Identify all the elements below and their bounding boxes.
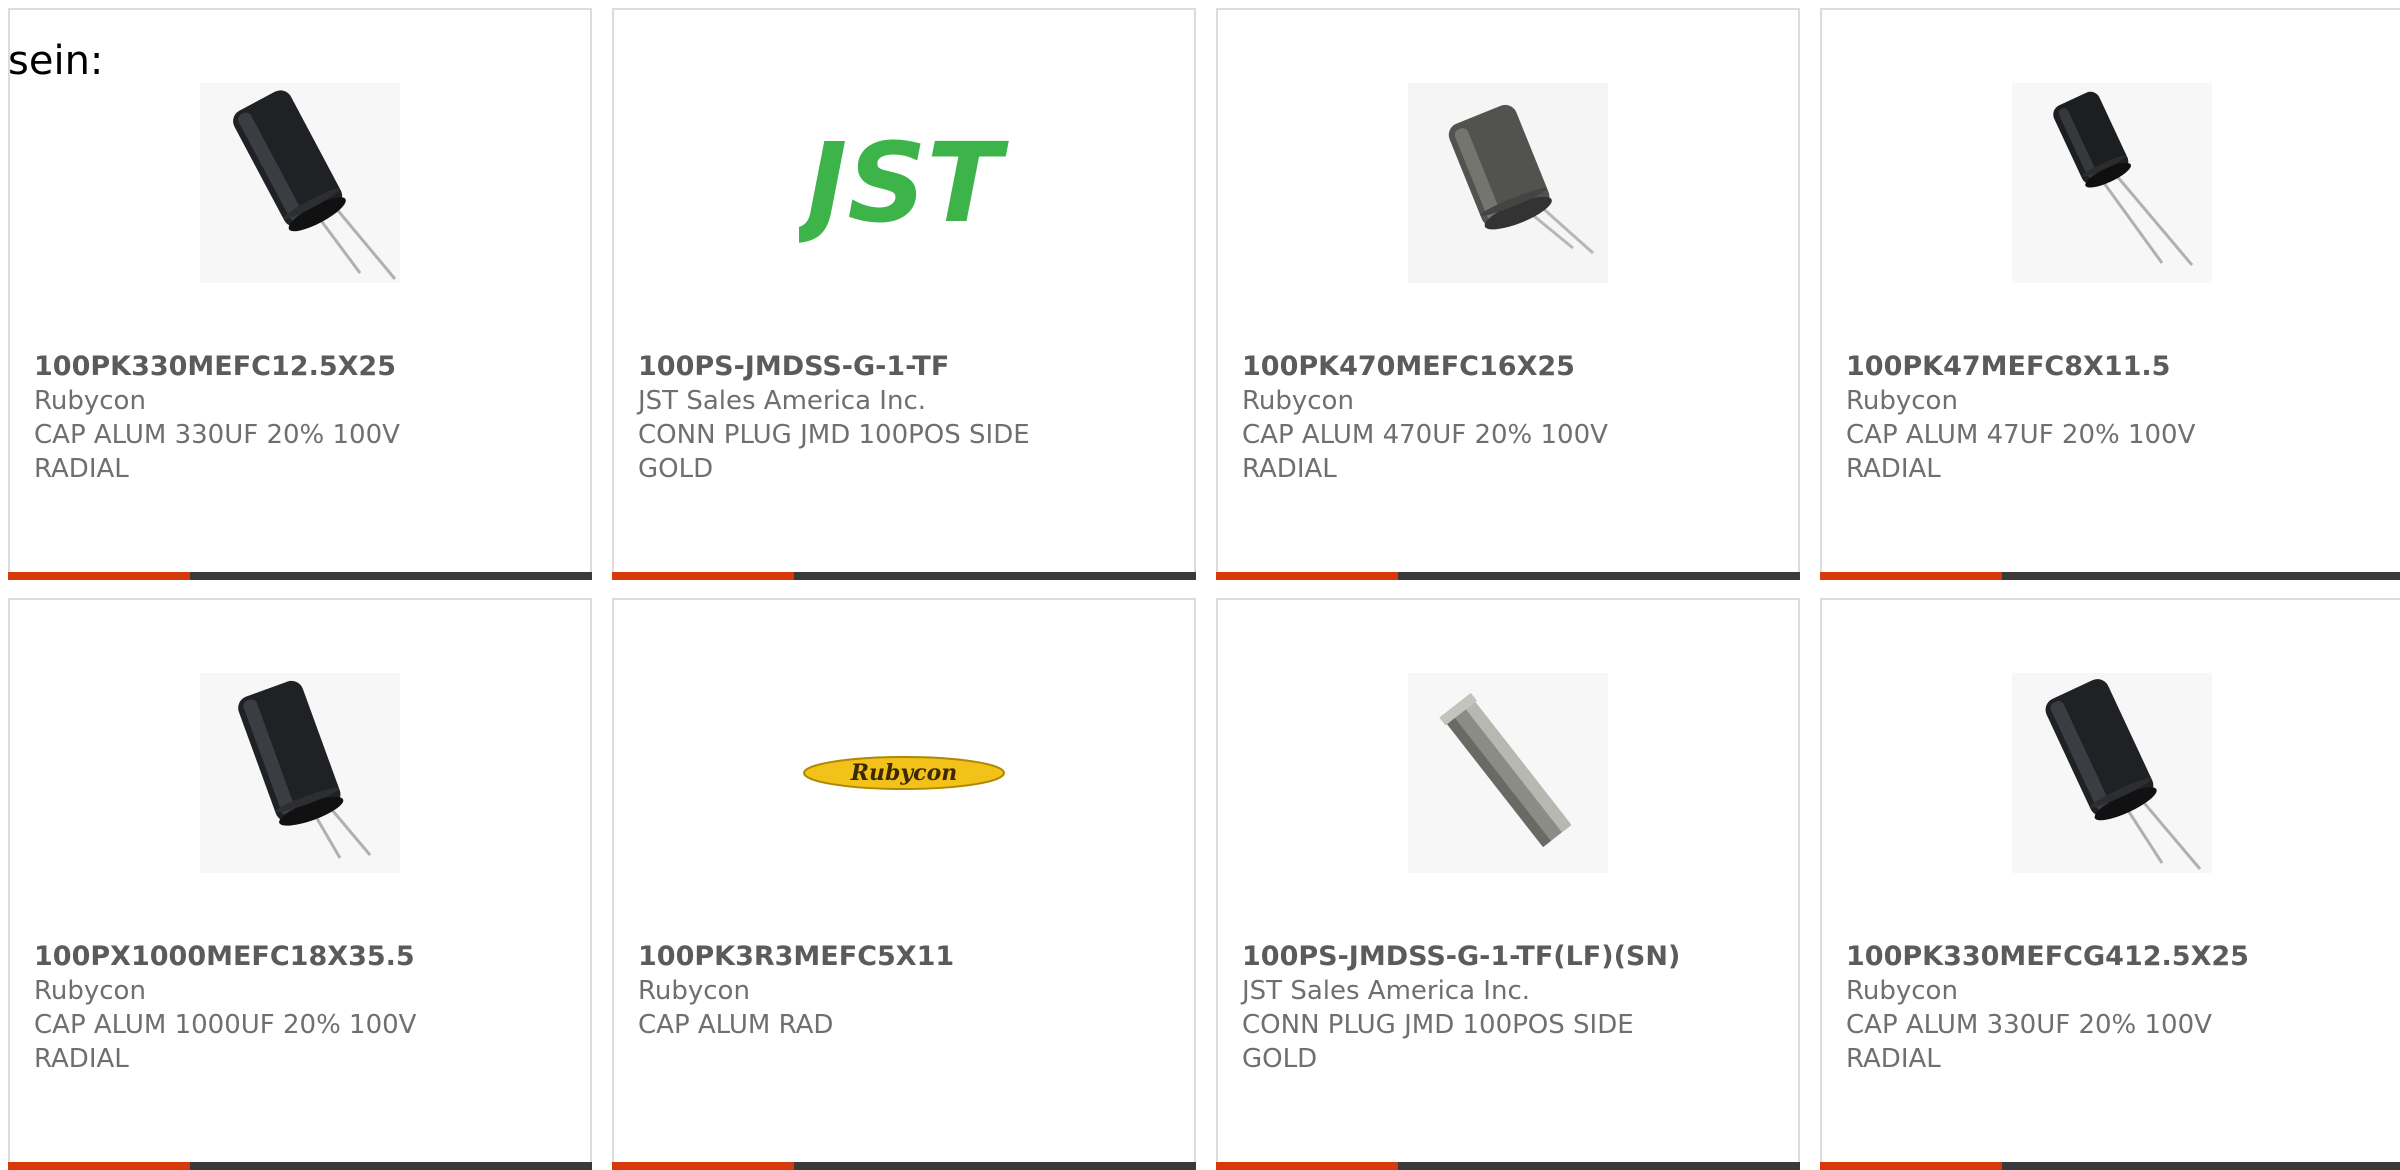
card-bottom-bar — [612, 1162, 1196, 1170]
description: CONN PLUG JMD 100POS SIDE GOLD — [638, 420, 1030, 484]
product-info: 100PK470MEFC16X25 Rubycon CAP ALUM 470UF… — [1242, 350, 1778, 486]
description: CONN PLUG JMD 100POS SIDE GOLD — [1242, 1010, 1634, 1074]
manufacturer: Rubycon — [34, 976, 146, 1006]
manufacturer: Rubycon — [1242, 386, 1354, 416]
product-image[interactable]: JST — [614, 78, 1194, 288]
manufacturer: Rubycon — [638, 976, 750, 1006]
part-number[interactable]: 100PS-JMDSS-G-1-TF(LF)(SN) — [1242, 940, 1778, 974]
product-image[interactable]: Rubycon — [614, 668, 1194, 878]
card-bottom-bar — [8, 572, 592, 580]
description: CAP ALUM RAD — [638, 1010, 834, 1040]
part-number[interactable]: 100PX1000MEFC18X35.5 — [34, 940, 570, 974]
product-card[interactable]: JST 100PS-JMDSS-G-1-TF JST Sales America… — [612, 8, 1196, 580]
part-number[interactable]: 100PK47MEFC8X11.5 — [1846, 350, 2382, 384]
capacitor-image — [200, 673, 400, 873]
rubycon-logo-text: Rubycon — [850, 760, 958, 786]
description: CAP ALUM 330UF 20% 100V RADIAL — [34, 420, 400, 484]
product-image[interactable] — [10, 78, 590, 288]
card-accent — [1820, 572, 2002, 580]
manufacturer: Rubycon — [1846, 976, 1958, 1006]
product-image[interactable] — [10, 668, 590, 878]
product-info: 100PS-JMDSS-G-1-TF(LF)(SN) JST Sales Ame… — [1242, 940, 1778, 1076]
part-number[interactable]: 100PK330MEFCG412.5X25 — [1846, 940, 2382, 974]
card-accent — [612, 1162, 794, 1170]
card-bottom-bar — [1820, 1162, 2400, 1170]
connector-image — [1408, 673, 1608, 873]
description: CAP ALUM 330UF 20% 100V RADIAL — [1846, 1010, 2212, 1074]
card-bottom-bar — [1216, 1162, 1800, 1170]
product-info: 100PK47MEFC8X11.5 Rubycon CAP ALUM 47UF … — [1846, 350, 2382, 486]
manufacturer: Rubycon — [34, 386, 146, 416]
product-info: 100PK3R3MEFC5X11 Rubycon CAP ALUM RAD — [638, 940, 1174, 1042]
product-card[interactable]: 100PK330MEFC12.5X25 Rubycon CAP ALUM 330… — [8, 8, 592, 580]
product-card[interactable]: 100PS-JMDSS-G-1-TF(LF)(SN) JST Sales Ame… — [1216, 598, 1800, 1170]
card-accent — [1820, 1162, 2002, 1170]
description: CAP ALUM 1000UF 20% 100V RADIAL — [34, 1010, 417, 1074]
capacitor-image — [2012, 673, 2212, 873]
product-card[interactable]: 100PK470MEFC16X25 Rubycon CAP ALUM 470UF… — [1216, 8, 1800, 580]
product-info: 100PS-JMDSS-G-1-TF JST Sales America Inc… — [638, 350, 1174, 486]
product-card[interactable]: 100PK330MEFCG412.5X25 Rubycon CAP ALUM 3… — [1820, 598, 2400, 1170]
card-accent — [1216, 1162, 1398, 1170]
product-image[interactable] — [1822, 78, 2400, 288]
card-accent — [8, 572, 190, 580]
product-info: 100PX1000MEFC18X35.5 Rubycon CAP ALUM 10… — [34, 940, 570, 1076]
product-card[interactable]: 100PX1000MEFC18X35.5 Rubycon CAP ALUM 10… — [8, 598, 592, 1170]
product-image[interactable] — [1218, 668, 1798, 878]
card-accent — [612, 572, 794, 580]
manufacturer: Rubycon — [1846, 386, 1958, 416]
part-number[interactable]: 100PK3R3MEFC5X11 — [638, 940, 1174, 974]
card-bottom-bar — [1820, 572, 2400, 580]
jst-logo: JST — [799, 123, 1009, 243]
part-number[interactable]: 100PK470MEFC16X25 — [1242, 350, 1778, 384]
capacitor-image — [200, 83, 400, 283]
part-number[interactable]: 100PK330MEFC12.5X25 — [34, 350, 570, 384]
card-bottom-bar — [8, 1162, 592, 1170]
product-card[interactable]: 100PK47MEFC8X11.5 Rubycon CAP ALUM 47UF … — [1820, 8, 2400, 580]
rubycon-logo: Rubycon — [803, 756, 1005, 790]
capacitor-image — [2012, 83, 2212, 283]
capacitor-image — [1408, 83, 1608, 283]
product-image[interactable] — [1218, 78, 1798, 288]
card-accent — [8, 1162, 190, 1170]
product-image[interactable] — [1822, 668, 2400, 878]
product-info: 100PK330MEFCG412.5X25 Rubycon CAP ALUM 3… — [1846, 940, 2382, 1076]
description: CAP ALUM 47UF 20% 100V RADIAL — [1846, 420, 2196, 484]
product-info: 100PK330MEFC12.5X25 Rubycon CAP ALUM 330… — [34, 350, 570, 486]
card-bottom-bar — [1216, 572, 1800, 580]
intro-text: sein: — [8, 38, 104, 84]
product-card[interactable]: Rubycon 100PK3R3MEFC5X11 Rubycon CAP ALU… — [612, 598, 1196, 1170]
manufacturer: JST Sales America Inc. — [638, 386, 927, 416]
card-bottom-bar — [612, 572, 1196, 580]
description: CAP ALUM 470UF 20% 100V RADIAL — [1242, 420, 1608, 484]
part-number[interactable]: 100PS-JMDSS-G-1-TF — [638, 350, 1174, 384]
jst-logo-text: JST — [799, 123, 1009, 243]
card-accent — [1216, 572, 1398, 580]
manufacturer: JST Sales America Inc. — [1242, 976, 1531, 1006]
